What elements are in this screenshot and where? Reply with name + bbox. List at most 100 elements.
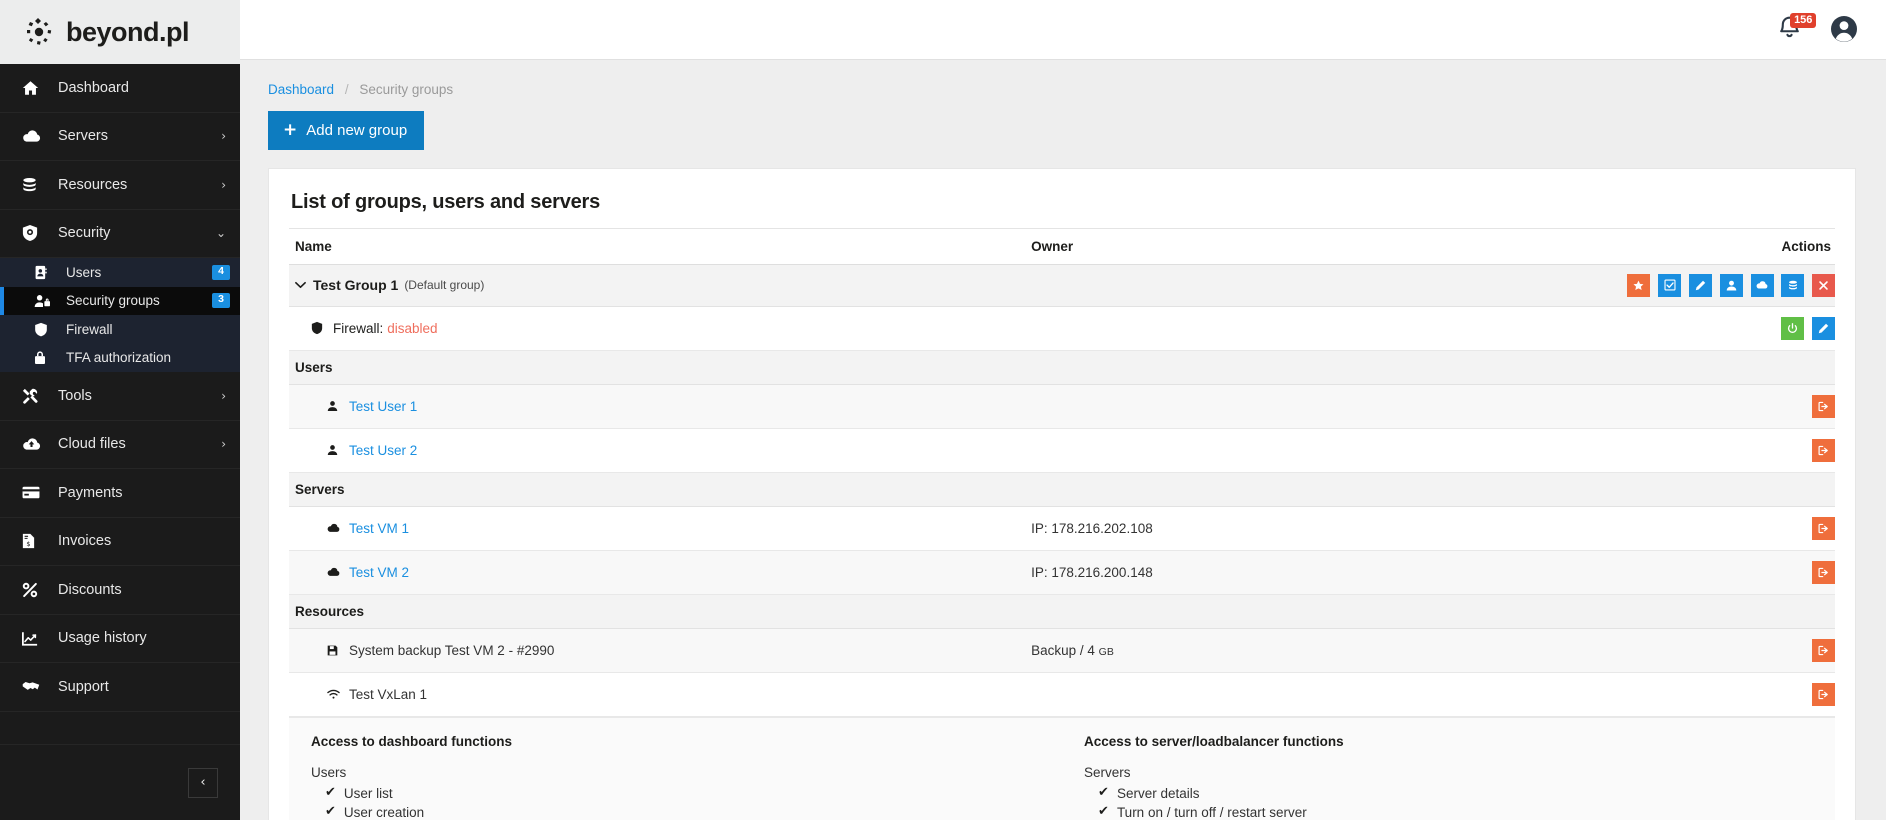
- sidebar-item-label: Payments: [58, 484, 123, 501]
- sidebar-item-support[interactable]: Support: [0, 663, 240, 712]
- sidebar-item-payments[interactable]: Payments: [0, 469, 240, 518]
- sidebar-item-tfa-authorization[interactable]: TFA authorization: [0, 344, 240, 373]
- pencil-icon-button[interactable]: [1689, 273, 1712, 297]
- sidebar-item-security-groups[interactable]: Security groups 3: [0, 286, 240, 315]
- group-name-cell: Test Group 1 (Default group): [289, 264, 1032, 307]
- add-new-group-label: Add new group: [306, 121, 408, 139]
- cloud-upload-icon: [22, 435, 46, 453]
- user-icon: [327, 400, 349, 412]
- sign-out-icon-button[interactable]: [1812, 682, 1836, 706]
- column-header-actions: Actions: [1541, 227, 1836, 265]
- star-icon-button[interactable]: [1627, 273, 1651, 297]
- groups-panel: List of groups, users and servers Name O…: [268, 167, 1857, 820]
- chevron-down-icon[interactable]: [295, 281, 313, 289]
- sign-out-icon-button[interactable]: [1812, 438, 1836, 462]
- power-icon-button[interactable]: [1781, 316, 1805, 340]
- sidebar-item-discounts[interactable]: Discounts: [0, 566, 240, 615]
- sidebar-item-label: Support: [58, 678, 109, 695]
- tools-icon: [22, 387, 46, 405]
- sidebar-item-tools[interactable]: Tools ›: [0, 372, 240, 421]
- cloud-icon: [327, 567, 349, 577]
- server-link[interactable]: Test VM 1: [349, 521, 409, 536]
- credit-card-icon: [22, 484, 46, 502]
- sidebar-item-label: Invoices: [58, 533, 112, 550]
- sidebar-item-label: Security groups: [66, 293, 160, 309]
- list-item: ✔ User list: [325, 784, 1062, 803]
- sidebar-item-label: Firewall: [66, 321, 113, 337]
- invoice-icon: $: [22, 532, 46, 550]
- sidebar-item-label: Users: [66, 264, 102, 280]
- sign-out-icon-button[interactable]: [1812, 516, 1836, 540]
- permission-label: User creation: [343, 804, 425, 820]
- group-note: (Default group): [404, 278, 485, 293]
- row-actions-cell: [1541, 384, 1836, 429]
- sidebar: beyond.pl Dashboard Servers › Resources …: [0, 0, 240, 820]
- row-actions-cell: [1541, 550, 1836, 595]
- section-actions-cell: [1541, 472, 1836, 507]
- server-link[interactable]: Test VM 2: [349, 565, 409, 580]
- table-row-group[interactable]: Test Group 1 (Default group): [289, 264, 1836, 307]
- sidebar-item-resources[interactable]: Resources ›: [0, 161, 240, 210]
- user-account-button[interactable]: [1830, 15, 1858, 43]
- cloud-icon-button[interactable]: [1750, 273, 1774, 297]
- check-icon: ✔: [325, 804, 336, 820]
- lock-icon: [34, 350, 56, 366]
- user-icon-button[interactable]: [1719, 273, 1743, 297]
- database-icon: [22, 176, 46, 194]
- chevron-down-icon: ⌄: [215, 226, 226, 241]
- row-actions-cell: [1541, 672, 1836, 717]
- chevron-right-icon: ›: [221, 437, 226, 452]
- sign-out-icon-button[interactable]: [1812, 638, 1836, 662]
- section-header-users: Users: [289, 350, 1836, 385]
- chevron-right-icon: ›: [221, 388, 226, 403]
- sidebar-item-label: TFA authorization: [66, 350, 172, 366]
- sidebar-item-cloud-files[interactable]: Cloud files ›: [0, 421, 240, 469]
- security-groups-count-badge: 3: [212, 293, 230, 309]
- group-name: Test Group 1: [313, 277, 399, 294]
- pencil-icon-button[interactable]: [1812, 316, 1836, 340]
- sign-out-icon-button[interactable]: [1812, 560, 1836, 584]
- sidebar-item-label: Cloud files: [58, 436, 126, 453]
- check-square-icon-button[interactable]: [1658, 273, 1682, 297]
- row-name-cell: Test User 2: [289, 428, 1032, 473]
- svg-text:$: $: [26, 540, 30, 548]
- sidebar-item-dashboard[interactable]: Dashboard: [0, 64, 240, 113]
- row-owner-cell: IP: 178.216.200.148: [1031, 550, 1542, 595]
- brand-name: beyond.pl: [66, 16, 190, 47]
- breadcrumb-dashboard-link[interactable]: Dashboard: [268, 82, 334, 97]
- section-owner-cell: [1031, 350, 1542, 385]
- section-actions-cell: [1541, 594, 1836, 629]
- sidebar-item-servers[interactable]: Servers ›: [0, 113, 240, 161]
- user-link[interactable]: Test User 1: [349, 399, 417, 414]
- section-title-cell: Servers: [289, 472, 1032, 507]
- section-title: Resources: [295, 603, 365, 619]
- permission-label: Server details: [1116, 785, 1200, 801]
- sign-out-icon-button[interactable]: [1812, 394, 1836, 418]
- database-icon-button[interactable]: [1781, 273, 1805, 297]
- shield-icon: [311, 321, 333, 335]
- sidebar-item-firewall[interactable]: Firewall: [0, 315, 240, 344]
- sidebar-item-label: Tools: [58, 387, 92, 404]
- row-owner-cell: [1031, 428, 1542, 473]
- sidebar-item-label: Resources: [58, 176, 128, 193]
- user-icon: [327, 444, 349, 456]
- sidebar-item-invoices[interactable]: $ Invoices: [0, 518, 240, 566]
- add-new-group-button[interactable]: + Add new group: [268, 110, 425, 150]
- user-link[interactable]: Test User 2: [349, 443, 417, 458]
- notifications-button[interactable]: 156: [1778, 13, 1817, 43]
- sidebar-item-label: Discounts: [58, 581, 122, 598]
- sidebar-item-security[interactable]: Security ⌄: [0, 209, 240, 258]
- close-icon-button[interactable]: [1812, 273, 1836, 297]
- percent-icon: [22, 581, 46, 599]
- user-avatar-icon: [1831, 16, 1858, 43]
- permission-label: Turn on / turn off / restart server: [1116, 804, 1307, 820]
- sidebar-collapse-button[interactable]: ‹: [188, 767, 218, 798]
- row-owner-cell: Backup / 4 GB: [1031, 628, 1542, 673]
- brand-header[interactable]: beyond.pl: [0, 0, 240, 64]
- list-item: ✔ Server details: [1098, 784, 1835, 803]
- section-title: Users: [295, 359, 333, 375]
- sidebar-item-usage-history[interactable]: Usage history: [0, 615, 240, 663]
- wifi-icon: [327, 689, 349, 700]
- row-actions-cell: [1541, 628, 1836, 673]
- sidebar-item-users[interactable]: Users 4: [0, 258, 240, 287]
